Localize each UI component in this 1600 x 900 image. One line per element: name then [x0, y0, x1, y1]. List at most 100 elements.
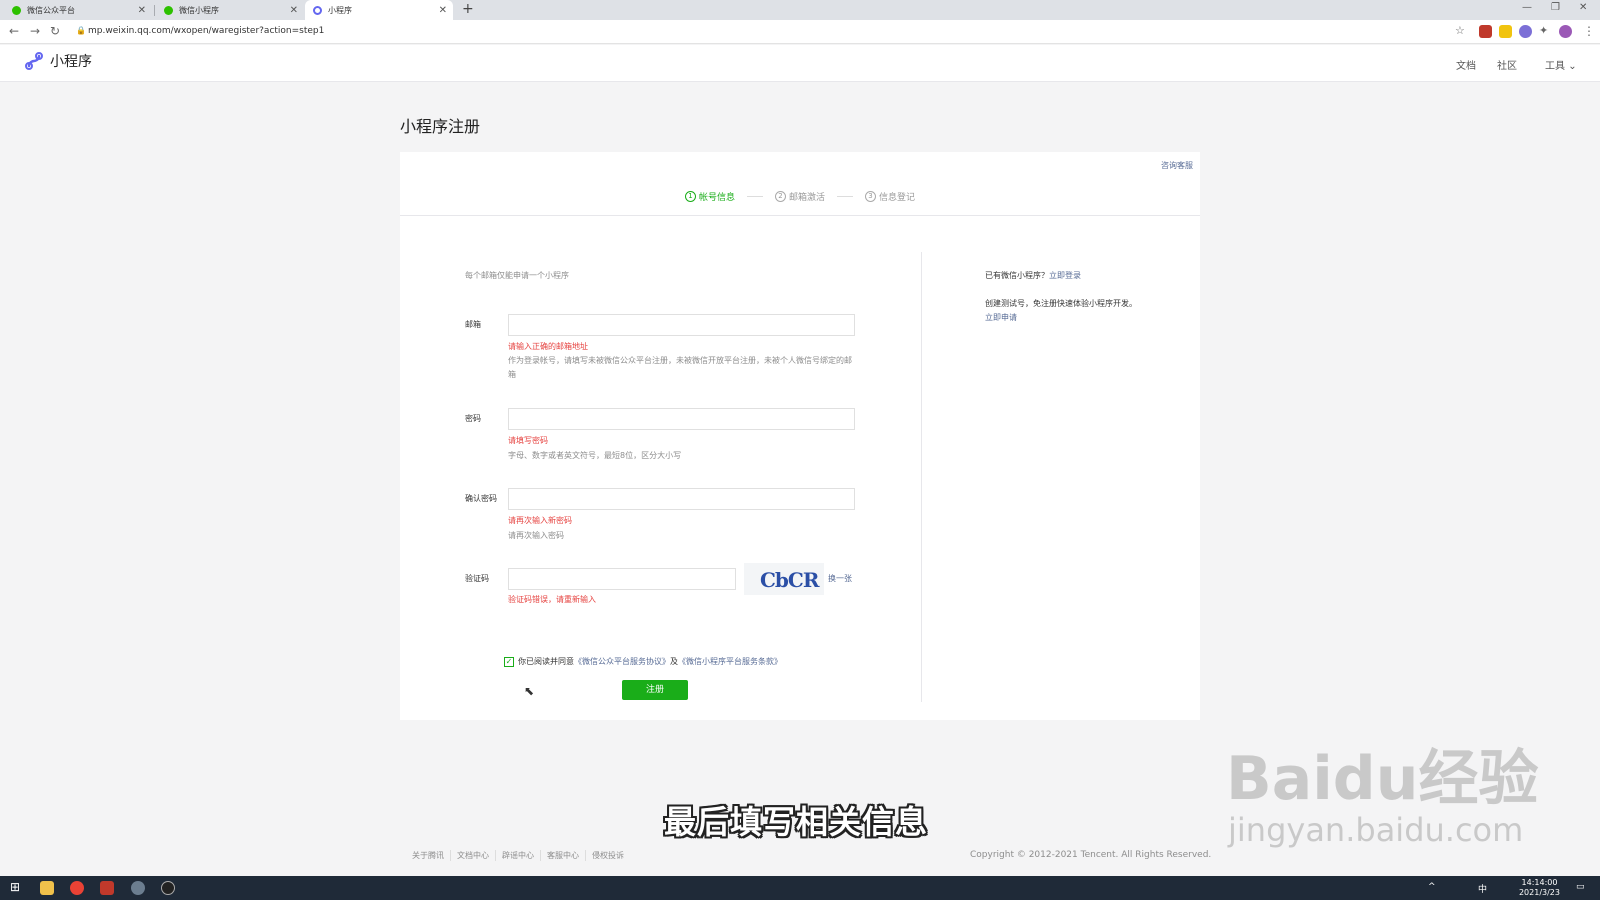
sidebar-test-account: 创建测试号，免注册快速体验小程序开发。立即申请: [985, 297, 1140, 325]
tab-wechat-miniprogram[interactable]: 微信小程序 ✕: [156, 0, 304, 20]
clock-time: 14:14:00: [1521, 878, 1558, 887]
app-icon[interactable]: [100, 881, 114, 895]
register-button[interactable]: 注册: [622, 680, 688, 700]
step-indicator: 1 帐号信息 2 邮箱激活 3 信息登记: [400, 190, 1200, 203]
footer-link[interactable]: 辟谣中心: [496, 850, 541, 861]
windows-start-icon[interactable]: ⊞: [10, 880, 20, 894]
logo[interactable]: 小程序: [24, 51, 92, 71]
copyright: Copyright © 2012-2021 Tencent. All Right…: [970, 850, 1212, 860]
nav-docs[interactable]: 文档: [1456, 57, 1476, 72]
register-card: 咨询客服 1 帐号信息 2 邮箱激活 3 信息登记 每个邮箱仅能申请一个小程序 …: [400, 152, 1200, 720]
miniprogram-logo-icon: [25, 52, 43, 70]
step-connector: [837, 196, 853, 197]
tab-separator: [154, 5, 155, 16]
captcha-field[interactable]: [508, 568, 736, 590]
captcha-image[interactable]: CbCR: [744, 563, 824, 595]
footer-link[interactable]: 客服中心: [541, 850, 586, 861]
divider: [400, 215, 1200, 216]
baidu-watermark: Baidu经验 jingyan.baidu.com: [1226, 730, 1538, 849]
step-number: 3: [865, 191, 876, 202]
menu-icon[interactable]: ⋮: [1583, 24, 1595, 38]
forward-icon[interactable]: →: [30, 24, 40, 38]
file-explorer-icon[interactable]: [40, 881, 54, 895]
new-tab-button[interactable]: +: [462, 1, 474, 17]
close-window-icon[interactable]: ✕: [1579, 2, 1587, 13]
bookmark-star-icon[interactable]: ☆: [1455, 24, 1465, 37]
footer-link[interactable]: 关于腾讯: [406, 850, 451, 861]
test-account-text: 创建测试号，免注册快速体验小程序开发。: [985, 299, 1137, 308]
apply-test-link[interactable]: 立即申请: [985, 313, 1017, 322]
video-subtitle: 最后填写相关信息: [664, 803, 929, 841]
footer-links: 关于腾讯 文档中心 辟谣中心 客服中心 侵权投诉: [406, 850, 630, 861]
password-field[interactable]: [508, 408, 855, 430]
agreement-link-platform[interactable]: 《微信公众平台服务协议》: [574, 656, 670, 667]
extension-icon[interactable]: [1479, 25, 1492, 38]
puzzle-icon[interactable]: ✦: [1539, 24, 1548, 37]
password-label: 密码: [465, 414, 481, 423]
sidebar-login: 已有微信小程序？立即登录: [985, 270, 1081, 281]
address-bar: ← → ↻ 🔒 mp.weixin.qq.com/wxopen/waregist…: [0, 20, 1600, 44]
email-label: 邮箱: [465, 320, 481, 329]
obs-icon[interactable]: [161, 881, 175, 895]
step-number: 1: [684, 191, 696, 202]
page-title: 小程序注册: [400, 117, 481, 136]
captcha-label: 验证码: [465, 574, 489, 583]
ime-indicator[interactable]: 中: [1478, 882, 1487, 895]
tab-wechat-official[interactable]: 微信公众平台 ✕: [4, 0, 152, 20]
email-error: 请输入正确的邮箱地址: [508, 342, 588, 351]
tab-title: 微信小程序: [179, 5, 219, 15]
step-number: 2: [774, 191, 786, 202]
close-icon[interactable]: ✕: [439, 5, 447, 16]
notification-icon[interactable]: ▭: [1576, 882, 1585, 892]
watermark-sub: jingyan.baidu.com: [1228, 811, 1524, 849]
lock-icon: 🔒: [76, 26, 86, 35]
back-icon[interactable]: ←: [9, 24, 19, 38]
chrome-icon[interactable]: [70, 881, 84, 895]
step-label: 帐号信息: [698, 193, 735, 203]
agree-prefix: 你已阅读并同意: [518, 657, 574, 666]
close-icon[interactable]: ✕: [138, 5, 146, 16]
chevron-down-icon: ⌄: [1568, 61, 1577, 72]
step-info-registration: 3 信息登记: [865, 190, 915, 203]
minimize-icon[interactable]: —: [1522, 2, 1532, 13]
tab-title: 小程序: [328, 5, 352, 15]
confirm-password-tip: 请再次输入密码: [508, 531, 564, 540]
agreement-link-miniprogram[interactable]: 《微信小程序平台服务条款》: [678, 656, 782, 667]
extension-folder-icon[interactable]: [1499, 25, 1512, 38]
login-prefix: 已有微信小程序？: [985, 271, 1049, 280]
tray-chevron-icon[interactable]: ^: [1428, 882, 1436, 892]
login-link[interactable]: 立即登录: [1049, 271, 1081, 280]
footer-link[interactable]: 文档中心: [451, 850, 496, 861]
email-field[interactable]: [508, 314, 855, 336]
confirm-password-label: 确认密码: [465, 494, 497, 503]
email-tip: 作为登录帐号，请填写未被微信公众平台注册，未被微信开放平台注册，未被个人微信号绑…: [508, 356, 852, 379]
close-icon[interactable]: ✕: [290, 5, 298, 16]
clock-date: 2021/3/23: [1518, 888, 1560, 897]
url-field[interactable]: mp.weixin.qq.com/wxopen/waregister?actio…: [88, 26, 324, 36]
restore-icon[interactable]: ❐: [1551, 2, 1560, 13]
step-account-info: 1 帐号信息: [684, 190, 735, 203]
nav-tools[interactable]: 工具 ⌄: [1545, 57, 1577, 72]
logo-text: 小程序: [50, 54, 92, 70]
footer-link[interactable]: 侵权投诉: [586, 850, 630, 861]
agreement-row: ✓ 你已阅读并同意 《微信公众平台服务协议》 及 《微信小程序平台服务条款》: [504, 656, 782, 667]
help-link[interactable]: 咨询客服: [1161, 160, 1193, 171]
nav-community[interactable]: 社区: [1497, 57, 1517, 72]
clock[interactable]: 14:14:00 2021/3/23: [1519, 878, 1560, 898]
captcha-refresh-link[interactable]: 换一张: [828, 573, 852, 584]
chrome-active-icon[interactable]: [131, 881, 145, 895]
tab-title: 微信公众平台: [27, 5, 75, 15]
mouse-cursor-icon: ⬉: [524, 684, 535, 698]
captcha-text: CbCR: [760, 568, 819, 592]
site-header: 小程序 文档 社区 工具 ⌄: [0, 45, 1600, 82]
avatar[interactable]: [1559, 25, 1572, 38]
extension-circle-icon[interactable]: [1519, 25, 1532, 38]
confirm-password-field[interactable]: [508, 488, 855, 510]
browser-tab-bar: 微信公众平台 ✕ 微信小程序 ✕ 小程序 ✕ + — ❐ ✕: [0, 0, 1600, 20]
watermark-main: Baidu经验: [1226, 744, 1539, 814]
reload-icon[interactable]: ↻: [50, 24, 60, 38]
tab-miniprogram[interactable]: 小程序 ✕: [305, 0, 453, 20]
wechat-icon: [12, 5, 21, 15]
password-error: 请填写密码: [508, 436, 548, 445]
agree-checkbox[interactable]: ✓: [504, 656, 514, 667]
